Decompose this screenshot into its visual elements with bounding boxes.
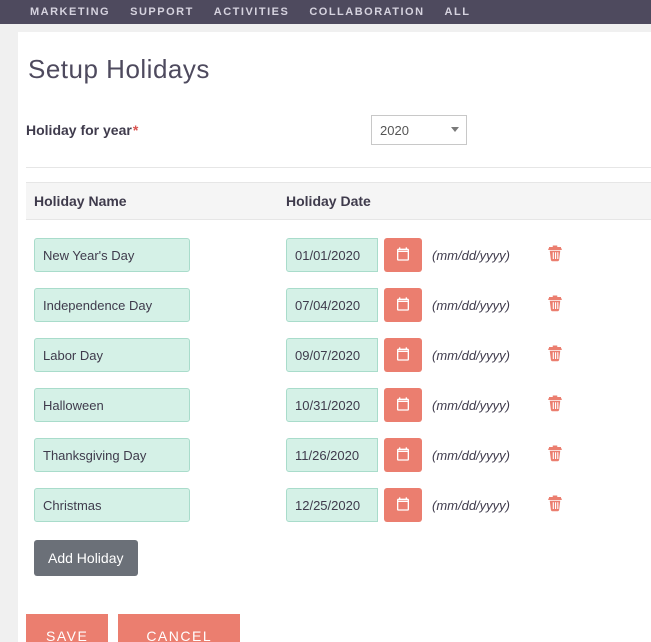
trash-icon <box>546 499 564 516</box>
holiday-date-input[interactable] <box>286 388 378 422</box>
top-nav: MARKETING SUPPORT ACTIVITIES COLLABORATI… <box>0 0 651 24</box>
table-row: (mm/dd/yyyy) <box>26 430 651 480</box>
delete-button[interactable] <box>546 394 568 416</box>
date-format-hint: (mm/dd/yyyy) <box>432 448 510 463</box>
date-cell: (mm/dd/yyyy) <box>286 238 546 272</box>
name-cell <box>34 238 286 272</box>
year-label: Holiday for year* <box>26 122 371 138</box>
holiday-name-input[interactable] <box>34 338 190 372</box>
add-holiday-button[interactable]: Add Holiday <box>34 540 138 576</box>
date-format-hint: (mm/dd/yyyy) <box>432 348 510 363</box>
col-header-name: Holiday Name <box>34 193 286 209</box>
cancel-button[interactable]: CANCEL <box>118 614 240 642</box>
delete-button[interactable] <box>546 494 568 516</box>
trash-icon <box>546 249 564 266</box>
save-button[interactable]: SAVE <box>26 614 108 642</box>
date-picker-button[interactable] <box>384 238 422 272</box>
table-row: (mm/dd/yyyy) <box>26 280 651 330</box>
holiday-name-input[interactable] <box>34 388 190 422</box>
holiday-name-input[interactable] <box>34 488 190 522</box>
table-row: (mm/dd/yyyy) <box>26 330 651 380</box>
name-cell <box>34 288 286 322</box>
nav-collaboration[interactable]: COLLABORATION <box>309 6 424 18</box>
table-row: (mm/dd/yyyy) <box>26 480 651 530</box>
nav-marketing[interactable]: MARKETING <box>30 6 110 18</box>
holiday-name-input[interactable] <box>34 438 190 472</box>
date-cell: (mm/dd/yyyy) <box>286 388 546 422</box>
holiday-name-input[interactable] <box>34 288 190 322</box>
trash-icon <box>546 399 564 416</box>
calendar-icon <box>395 396 411 415</box>
year-row: Holiday for year* <box>26 115 651 168</box>
delete-cell <box>546 294 586 317</box>
date-picker-button[interactable] <box>384 388 422 422</box>
calendar-icon <box>395 496 411 515</box>
year-select[interactable] <box>371 115 467 145</box>
holiday-date-input[interactable] <box>286 488 378 522</box>
date-cell: (mm/dd/yyyy) <box>286 338 546 372</box>
name-cell <box>34 338 286 372</box>
table-row: (mm/dd/yyyy) <box>26 380 651 430</box>
setup-holidays-panel: Setup Holidays Holiday for year* Holiday… <box>18 32 651 642</box>
delete-cell <box>546 494 586 517</box>
page-title: Setup Holidays <box>28 54 651 85</box>
delete-button[interactable] <box>546 244 568 266</box>
holiday-date-input[interactable] <box>286 288 378 322</box>
date-picker-button[interactable] <box>384 338 422 372</box>
date-cell: (mm/dd/yyyy) <box>286 288 546 322</box>
date-cell: (mm/dd/yyyy) <box>286 438 546 472</box>
name-cell <box>34 388 286 422</box>
date-picker-button[interactable] <box>384 438 422 472</box>
table-header: Holiday Name Holiday Date <box>26 182 651 220</box>
trash-icon <box>546 299 564 316</box>
trash-icon <box>546 349 564 366</box>
col-header-date: Holiday Date <box>286 193 546 209</box>
delete-cell <box>546 444 586 467</box>
calendar-icon <box>395 346 411 365</box>
date-format-hint: (mm/dd/yyyy) <box>432 248 510 263</box>
delete-cell <box>546 394 586 417</box>
footer-buttons: SAVE CANCEL <box>26 614 651 642</box>
date-format-hint: (mm/dd/yyyy) <box>432 398 510 413</box>
year-label-text: Holiday for year <box>26 122 132 138</box>
holiday-date-input[interactable] <box>286 338 378 372</box>
date-picker-button[interactable] <box>384 288 422 322</box>
delete-button[interactable] <box>546 294 568 316</box>
holiday-date-input[interactable] <box>286 238 378 272</box>
calendar-icon <box>395 246 411 265</box>
name-cell <box>34 438 286 472</box>
date-picker-button[interactable] <box>384 488 422 522</box>
holiday-date-input[interactable] <box>286 438 378 472</box>
calendar-icon <box>395 446 411 465</box>
date-cell: (mm/dd/yyyy) <box>286 488 546 522</box>
holiday-rows: (mm/dd/yyyy) (mm/dd/yyyy) <box>26 220 651 530</box>
nav-support[interactable]: SUPPORT <box>130 6 194 18</box>
trash-icon <box>546 449 564 466</box>
holiday-name-input[interactable] <box>34 238 190 272</box>
delete-button[interactable] <box>546 344 568 366</box>
required-mark: * <box>133 122 138 138</box>
year-select-wrap <box>371 115 467 145</box>
delete-button[interactable] <box>546 444 568 466</box>
date-format-hint: (mm/dd/yyyy) <box>432 498 510 513</box>
nav-activities[interactable]: ACTIVITIES <box>214 6 290 18</box>
nav-all[interactable]: ALL <box>445 6 471 18</box>
name-cell <box>34 488 286 522</box>
delete-cell <box>546 344 586 367</box>
date-format-hint: (mm/dd/yyyy) <box>432 298 510 313</box>
calendar-icon <box>395 296 411 315</box>
table-row: (mm/dd/yyyy) <box>26 230 651 280</box>
delete-cell <box>546 244 586 267</box>
